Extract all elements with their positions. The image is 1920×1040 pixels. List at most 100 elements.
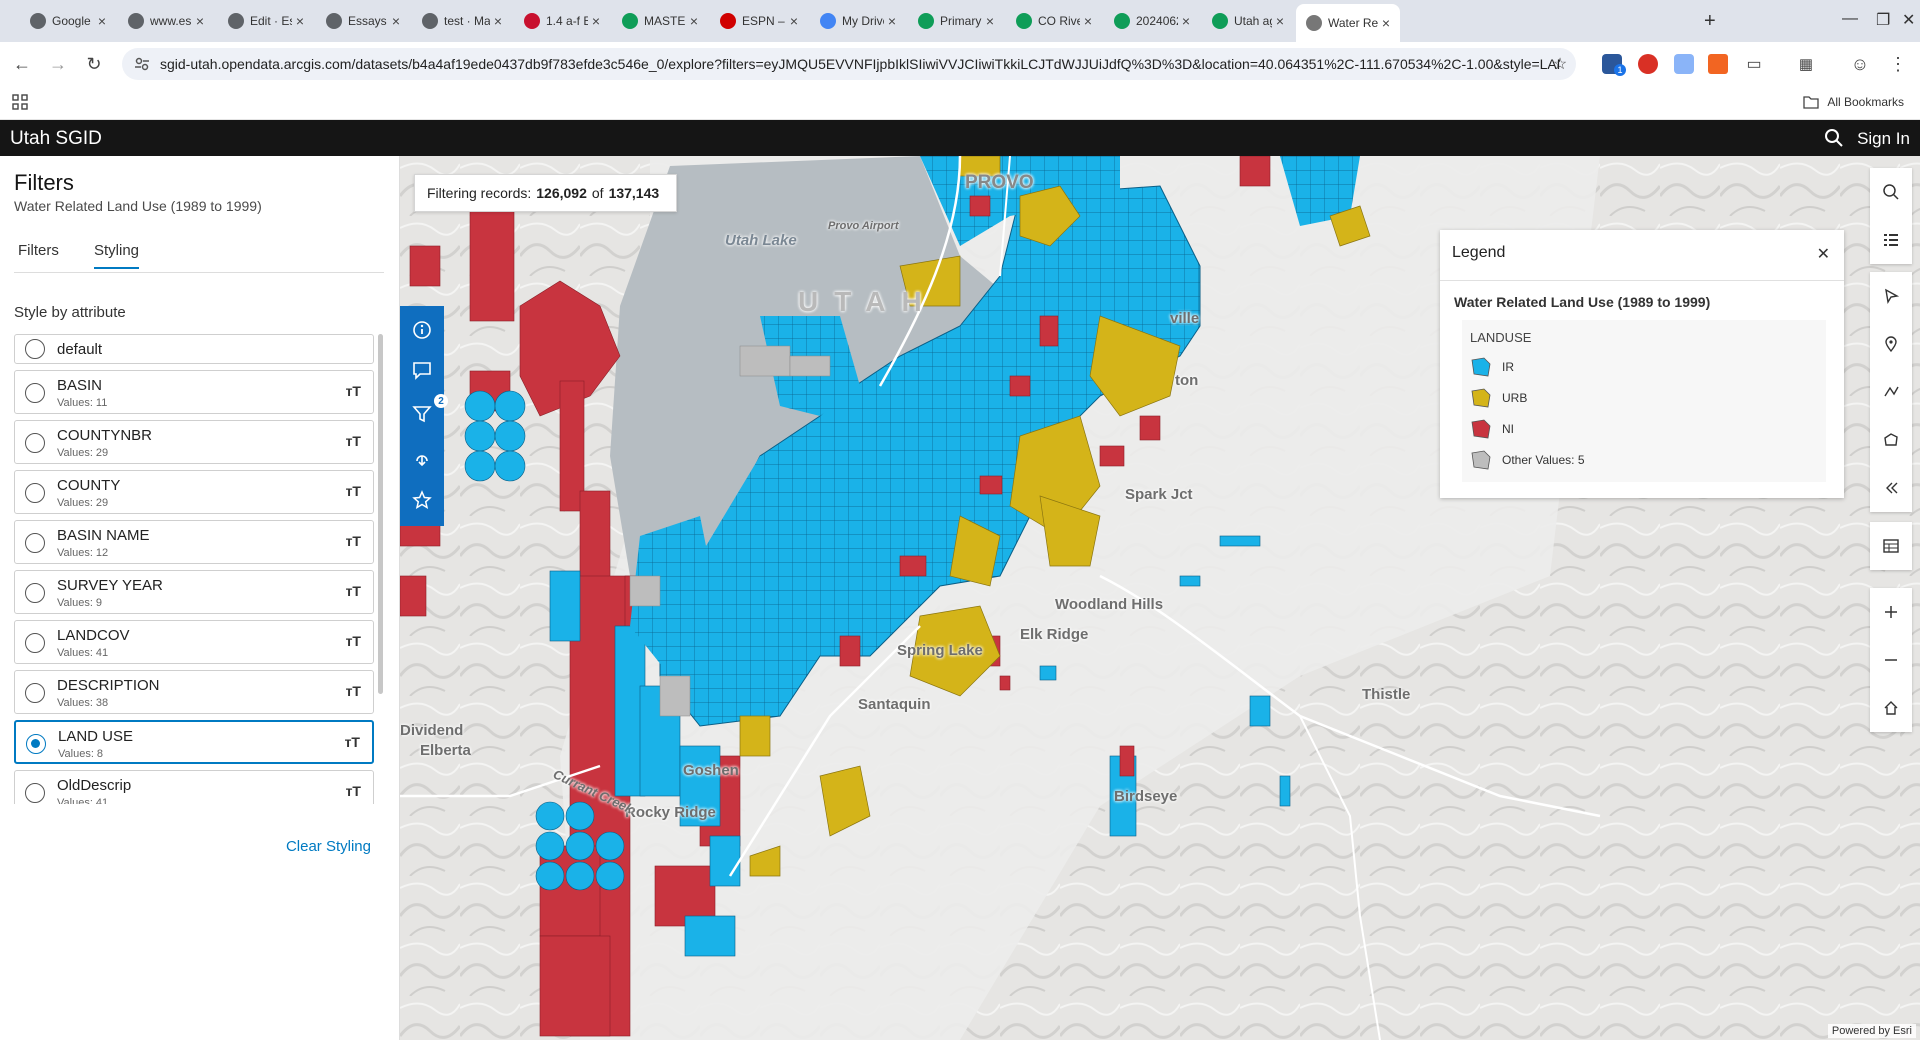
puzzle-extensions-icon[interactable]: ▭ (1742, 52, 1766, 76)
close-window-icon[interactable]: ✕ (1902, 10, 1915, 30)
attribute-option[interactable]: LANDCOV Values: 41 ᴛT (14, 620, 374, 664)
browser-tab[interactable]: www.esp× (118, 8, 214, 34)
new-tab-button[interactable]: + (1704, 10, 1716, 33)
download-icon[interactable] (410, 446, 434, 470)
site-info-icon[interactable] (134, 56, 150, 72)
radio-button[interactable] (25, 433, 45, 453)
radio-button[interactable] (26, 734, 46, 754)
browser-tab[interactable]: Water Re × (1296, 4, 1400, 42)
bookmark-star-icon[interactable]: ☆ (1548, 52, 1572, 76)
sign-in-link[interactable]: Sign In (1857, 129, 1910, 149)
tab-close-icon[interactable]: × (388, 13, 404, 29)
tab-close-icon[interactable]: × (192, 13, 208, 29)
cursor-icon[interactable] (1870, 272, 1912, 320)
star-icon[interactable] (410, 488, 434, 512)
attribute-option[interactable]: OldDescrip Values: 41 ᴛT (14, 770, 374, 804)
radio-button[interactable] (25, 583, 45, 603)
profile-icon[interactable]: ☺ (1848, 52, 1872, 76)
attribute-list-scrollbar[interactable] (378, 334, 383, 694)
tab-close-icon[interactable]: × (1378, 15, 1394, 31)
powered-by-esri[interactable]: Powered by Esri (1827, 1024, 1916, 1038)
tab-favicon-icon (720, 13, 736, 29)
zoom-out-icon[interactable] (1870, 636, 1912, 684)
tab-close-icon[interactable]: × (786, 13, 802, 29)
tab-close-icon[interactable]: × (982, 13, 998, 29)
browser-tab[interactable]: My Drive× (810, 8, 906, 34)
attribute-option[interactable]: LAND USE Values: 8 ᴛT (14, 720, 374, 764)
map-view[interactable]: PROVO Utah Lake UTAH Provo Airport ville ton S… (400, 156, 1920, 1040)
zoom-in-icon[interactable] (1870, 588, 1912, 636)
menu-dots-icon[interactable]: ⋮ (1886, 52, 1910, 76)
forward-icon[interactable]: → (46, 52, 70, 76)
tab-search-icon[interactable]: ▦ (1794, 52, 1818, 76)
map-search-icon[interactable] (1870, 168, 1912, 216)
attribute-option[interactable]: BASIN Values: 11 ᴛT (14, 370, 374, 414)
browser-tab[interactable]: 2024062× (1104, 8, 1200, 34)
tab-close-icon[interactable]: × (588, 13, 604, 29)
restore-icon[interactable]: ❐ (1876, 10, 1890, 30)
tab-filters[interactable]: Filters (18, 242, 59, 259)
info-icon[interactable] (410, 318, 434, 342)
tab-close-icon[interactable]: × (94, 13, 110, 29)
filter-icon[interactable]: 2 (410, 394, 448, 426)
browser-tab[interactable]: ESPN – Sc× (710, 8, 808, 34)
radio-button[interactable] (25, 783, 45, 803)
table-icon[interactable] (1870, 522, 1912, 570)
radio-button[interactable] (25, 683, 45, 703)
apps-grid-icon[interactable] (12, 94, 28, 110)
browser-tab[interactable]: 1.4 a-f Ex× (514, 8, 610, 34)
extension-icon[interactable] (1708, 54, 1728, 74)
location-pin-icon[interactable] (1870, 320, 1912, 368)
text-type-icon: ᴛT (345, 683, 361, 699)
legend-list-icon[interactable] (1870, 216, 1912, 264)
browser-tab[interactable]: Utah ag × (1202, 8, 1294, 34)
radio-button[interactable] (25, 483, 45, 503)
browser-tab[interactable]: Google C× (20, 8, 116, 34)
browser-tab[interactable]: test · Mar × (412, 8, 512, 34)
tab-close-icon[interactable]: × (1272, 13, 1288, 29)
comment-icon[interactable] (410, 358, 434, 382)
all-bookmarks-button[interactable]: All Bookmarks (1803, 95, 1904, 109)
attribute-option[interactable]: SURVEY YEAR Values: 9 ᴛT (14, 570, 374, 614)
radio-button[interactable] (25, 633, 45, 653)
attribute-name: default (57, 341, 103, 358)
tab-close-icon[interactable]: × (884, 13, 900, 29)
browser-tab[interactable]: CO River× (1006, 8, 1102, 34)
tab-close-icon[interactable]: × (1080, 13, 1096, 29)
tab-close-icon[interactable]: × (292, 13, 308, 29)
minimize-icon[interactable]: — (1842, 10, 1858, 28)
radio-button[interactable] (25, 533, 45, 553)
radio-button[interactable] (25, 383, 45, 403)
tab-close-icon[interactable]: × (1178, 13, 1194, 29)
tab-styling[interactable]: Styling (94, 242, 140, 269)
action-bar: 2 (400, 306, 448, 526)
attribute-option[interactable]: DESCRIPTION Values: 38 ᴛT (14, 670, 374, 714)
reload-icon[interactable]: ↻ (82, 52, 106, 76)
tab-close-icon[interactable]: × (686, 13, 702, 29)
attribute-option[interactable]: BASIN NAME Values: 12 ᴛT (14, 520, 374, 564)
panel-heading: Filters (14, 170, 74, 195)
close-icon[interactable]: ✕ (1817, 244, 1830, 264)
search-icon[interactable] (1824, 128, 1844, 148)
extension-icon[interactable] (1638, 54, 1658, 74)
collapse-icon[interactable] (1870, 464, 1912, 512)
back-icon[interactable]: ← (10, 52, 34, 76)
radio-button[interactable] (25, 339, 45, 359)
clear-styling-link[interactable]: Clear Styling (286, 838, 371, 855)
url-bar[interactable]: sgid-utah.opendata.arcgis.com/datasets/b… (122, 48, 1576, 80)
browser-tab[interactable]: Primary c× (908, 8, 1004, 34)
app-title[interactable]: Utah SGID (10, 128, 102, 150)
home-icon[interactable] (1870, 684, 1912, 732)
extension-icon[interactable] (1674, 54, 1694, 74)
browser-tab[interactable]: Essays · P× (316, 8, 410, 34)
attribute-option[interactable]: COUNTY Values: 29 ᴛT (14, 470, 374, 514)
legend-swatch (1471, 450, 1491, 470)
attribute-option[interactable]: COUNTYNBR Values: 29 ᴛT (14, 420, 374, 464)
browser-tab[interactable]: MASTER ·× (612, 8, 708, 34)
browser-tab[interactable]: Edit · Ess× (218, 8, 314, 34)
all-bookmarks-label: All Bookmarks (1827, 95, 1904, 109)
tab-close-icon[interactable]: × (490, 13, 506, 29)
polygon-icon[interactable] (1870, 416, 1912, 464)
attribute-option[interactable]: default (14, 334, 374, 364)
polyline-icon[interactable] (1870, 368, 1912, 416)
